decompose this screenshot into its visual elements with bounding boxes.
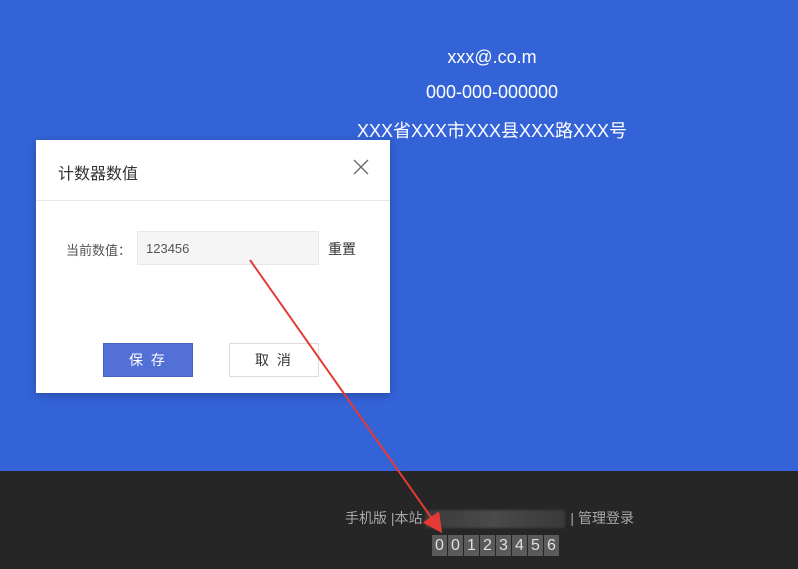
admin-login-link[interactable]: | 管理登录 <box>570 510 634 526</box>
footer-links: 手机版 |本站 | 管理登录 <box>345 508 634 529</box>
reset-button[interactable]: 重置 <box>328 239 356 259</box>
counter-digit: 0 <box>448 535 463 556</box>
blurred-text <box>424 510 565 529</box>
mobile-link[interactable]: 手机版 <box>345 510 387 526</box>
save-button[interactable]: 保 存 <box>103 343 193 377</box>
counter-digit: 3 <box>496 535 511 556</box>
dialog-title: 计数器数值 <box>58 166 139 183</box>
dialog-header: 计数器数值 <box>36 140 390 201</box>
counter-digit: 5 <box>528 535 543 556</box>
contact-email: xxx@.co.m <box>447 47 537 67</box>
site-prefix: |本站 <box>390 510 423 526</box>
current-value-input[interactable] <box>137 231 319 265</box>
counter-digit: 1 <box>464 535 479 556</box>
visit-counter: 0 0 1 2 3 4 5 6 <box>432 535 559 556</box>
counter-digit: 2 <box>480 535 495 556</box>
counter-digit: 4 <box>512 535 527 556</box>
cancel-button[interactable]: 取 消 <box>229 343 319 377</box>
close-icon[interactable] <box>352 158 370 176</box>
footer: 手机版 |本站 | 管理登录 <box>0 471 798 569</box>
counter-digit: 6 <box>544 535 559 556</box>
contact-phone: 000-000-000000 <box>425 82 559 102</box>
counter-digit: 0 <box>432 535 447 556</box>
current-value-label: 当前数值： <box>66 243 132 258</box>
counter-dialog: 计数器数值 当前数值： 重置 保 存 取 消 <box>36 140 390 393</box>
